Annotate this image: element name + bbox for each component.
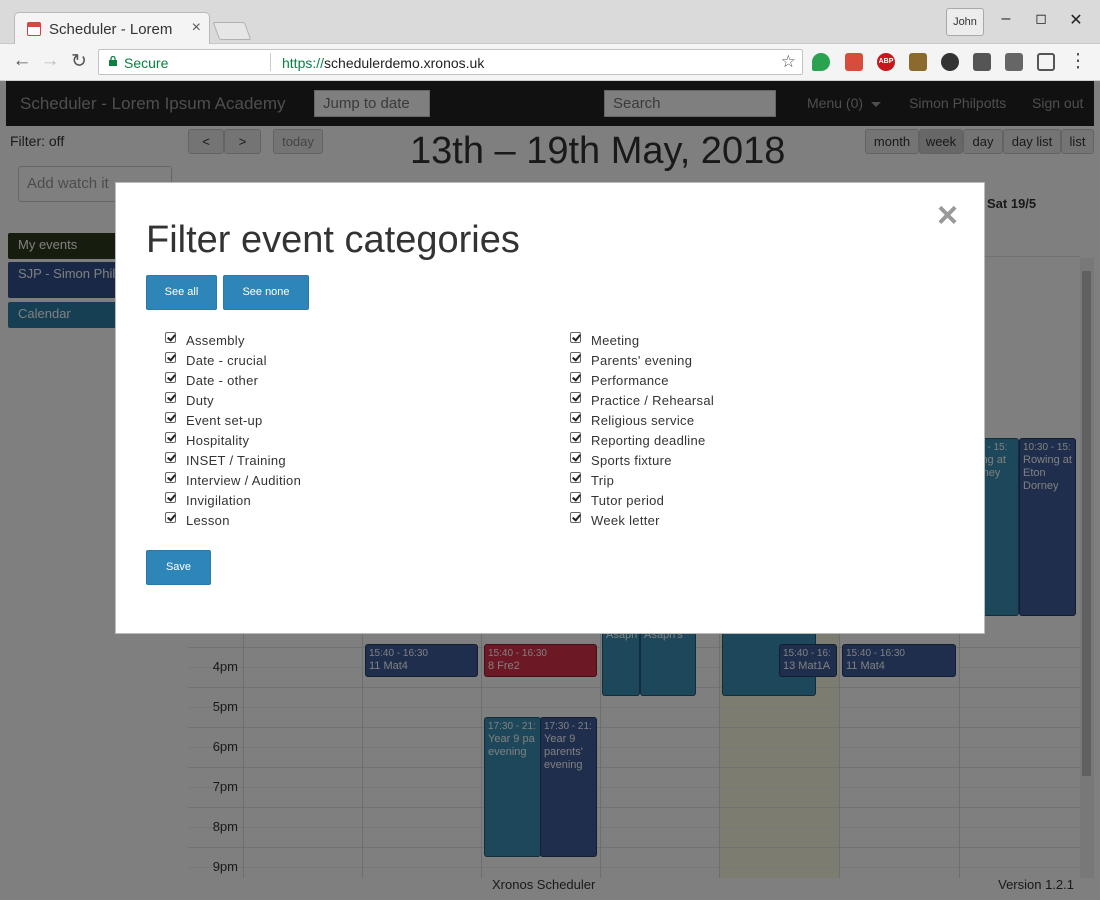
new-tab-button[interactable]	[212, 22, 252, 40]
browser-toolbar: ← → ↻ Secure https://schedulerdemo.xrono…	[0, 44, 1100, 81]
checkbox-checked-icon[interactable]	[165, 372, 176, 383]
omnibox-divider	[270, 53, 271, 71]
tab-title: Scheduler - Lorem Ipsum Academy	[49, 21, 177, 38]
back-arrow-icon[interactable]: ←	[10, 50, 34, 72]
checkbox-checked-icon[interactable]	[165, 452, 176, 463]
category-label: Event set-up	[186, 413, 263, 428]
category-label: Parents' evening	[591, 353, 693, 368]
extension-house-icon[interactable]	[909, 53, 927, 71]
checkbox-checked-icon[interactable]	[165, 432, 176, 443]
category-label: Interview / Audition	[186, 473, 302, 488]
category-label: Tutor period	[591, 493, 665, 508]
filter-categories-modal: × Filter event categories See all See no…	[115, 182, 985, 634]
checkbox-checked-icon[interactable]	[570, 392, 581, 403]
bookmark-star-icon[interactable]: ☆	[781, 52, 796, 72]
maximize-icon[interactable]: ◻	[1031, 10, 1051, 27]
category-label: Practice / Rehearsal	[591, 393, 715, 408]
close-window-icon[interactable]: ✕	[1066, 10, 1086, 30]
checkbox-checked-icon[interactable]	[570, 352, 581, 363]
category-label: Trip	[591, 473, 615, 488]
url-host: schedulerdemo.xronos.uk	[324, 55, 485, 71]
see-none-button[interactable]: See none	[223, 275, 309, 310]
checkbox-checked-icon[interactable]	[165, 412, 176, 423]
checkbox-checked-icon[interactable]	[165, 392, 176, 403]
checkbox-checked-icon[interactable]	[165, 492, 176, 503]
see-all-button[interactable]: See all	[146, 275, 217, 310]
checkbox-checked-icon[interactable]	[570, 492, 581, 503]
category-label: Assembly	[186, 333, 245, 348]
close-tab-icon[interactable]: ×	[192, 19, 201, 37]
checkbox-checked-icon[interactable]	[165, 352, 176, 363]
category-label: Invigilation	[186, 493, 252, 508]
checkbox-checked-icon[interactable]	[165, 512, 176, 523]
category-label: Meeting	[591, 333, 640, 348]
checkbox-checked-icon[interactable]	[570, 452, 581, 463]
category-label: Lesson	[186, 513, 230, 528]
calendar-favicon-icon	[27, 22, 41, 36]
category-label: Hospitality	[186, 433, 250, 448]
extension-red-icon[interactable]	[845, 53, 863, 71]
url-text: https://schedulerdemo.xronos.uk	[282, 55, 484, 71]
browser-menu-icon[interactable]: ⋮	[1066, 50, 1090, 73]
browser-tab[interactable]: Scheduler - Lorem Ipsum Academy ×	[14, 12, 210, 45]
category-label: Performance	[591, 373, 669, 388]
category-label: Week letter	[591, 513, 660, 528]
extension-mail-icon[interactable]	[1005, 53, 1023, 71]
url-scheme: https://	[282, 55, 325, 71]
category-label: INSET / Training	[186, 453, 286, 468]
category-label: Reporting deadline	[591, 433, 706, 448]
profile-button[interactable]: John	[946, 8, 984, 36]
category-label: Religious service	[591, 413, 695, 428]
save-button[interactable]: Save	[146, 550, 211, 585]
forward-arrow-icon[interactable]: →	[38, 50, 62, 72]
extension-green-icon[interactable]	[812, 53, 830, 71]
minimize-icon[interactable]: –	[996, 10, 1016, 28]
extension-paw-icon[interactable]	[941, 53, 959, 71]
extension-screen-icon[interactable]	[1037, 53, 1055, 71]
address-bar[interactable]: Secure https://schedulerdemo.xronos.uk ☆	[98, 49, 803, 75]
checkbox-checked-icon[interactable]	[570, 412, 581, 423]
category-label: Duty	[186, 393, 214, 408]
checkbox-checked-icon[interactable]	[165, 472, 176, 483]
checkbox-checked-icon[interactable]	[570, 432, 581, 443]
lock-icon	[109, 56, 117, 66]
checkbox-checked-icon[interactable]	[570, 372, 581, 383]
category-label: Date - crucial	[186, 353, 267, 368]
extension-lightbulb-icon[interactable]	[973, 53, 991, 71]
close-icon[interactable]: ×	[937, 195, 958, 235]
browser-tabstrip: Scheduler - Lorem Ipsum Academy × John –…	[0, 0, 1100, 45]
checkbox-checked-icon[interactable]	[570, 472, 581, 483]
category-label: Date - other	[186, 373, 259, 388]
adblock-icon[interactable]: ABP	[877, 53, 895, 71]
reload-icon[interactable]: ↻	[67, 50, 91, 73]
checkbox-checked-icon[interactable]	[165, 332, 176, 343]
checkbox-checked-icon[interactable]	[570, 512, 581, 523]
category-label: Sports fixture	[591, 453, 672, 468]
secure-label: Secure	[124, 55, 169, 71]
checkbox-checked-icon[interactable]	[570, 332, 581, 343]
modal-title: Filter event categories	[146, 219, 520, 261]
